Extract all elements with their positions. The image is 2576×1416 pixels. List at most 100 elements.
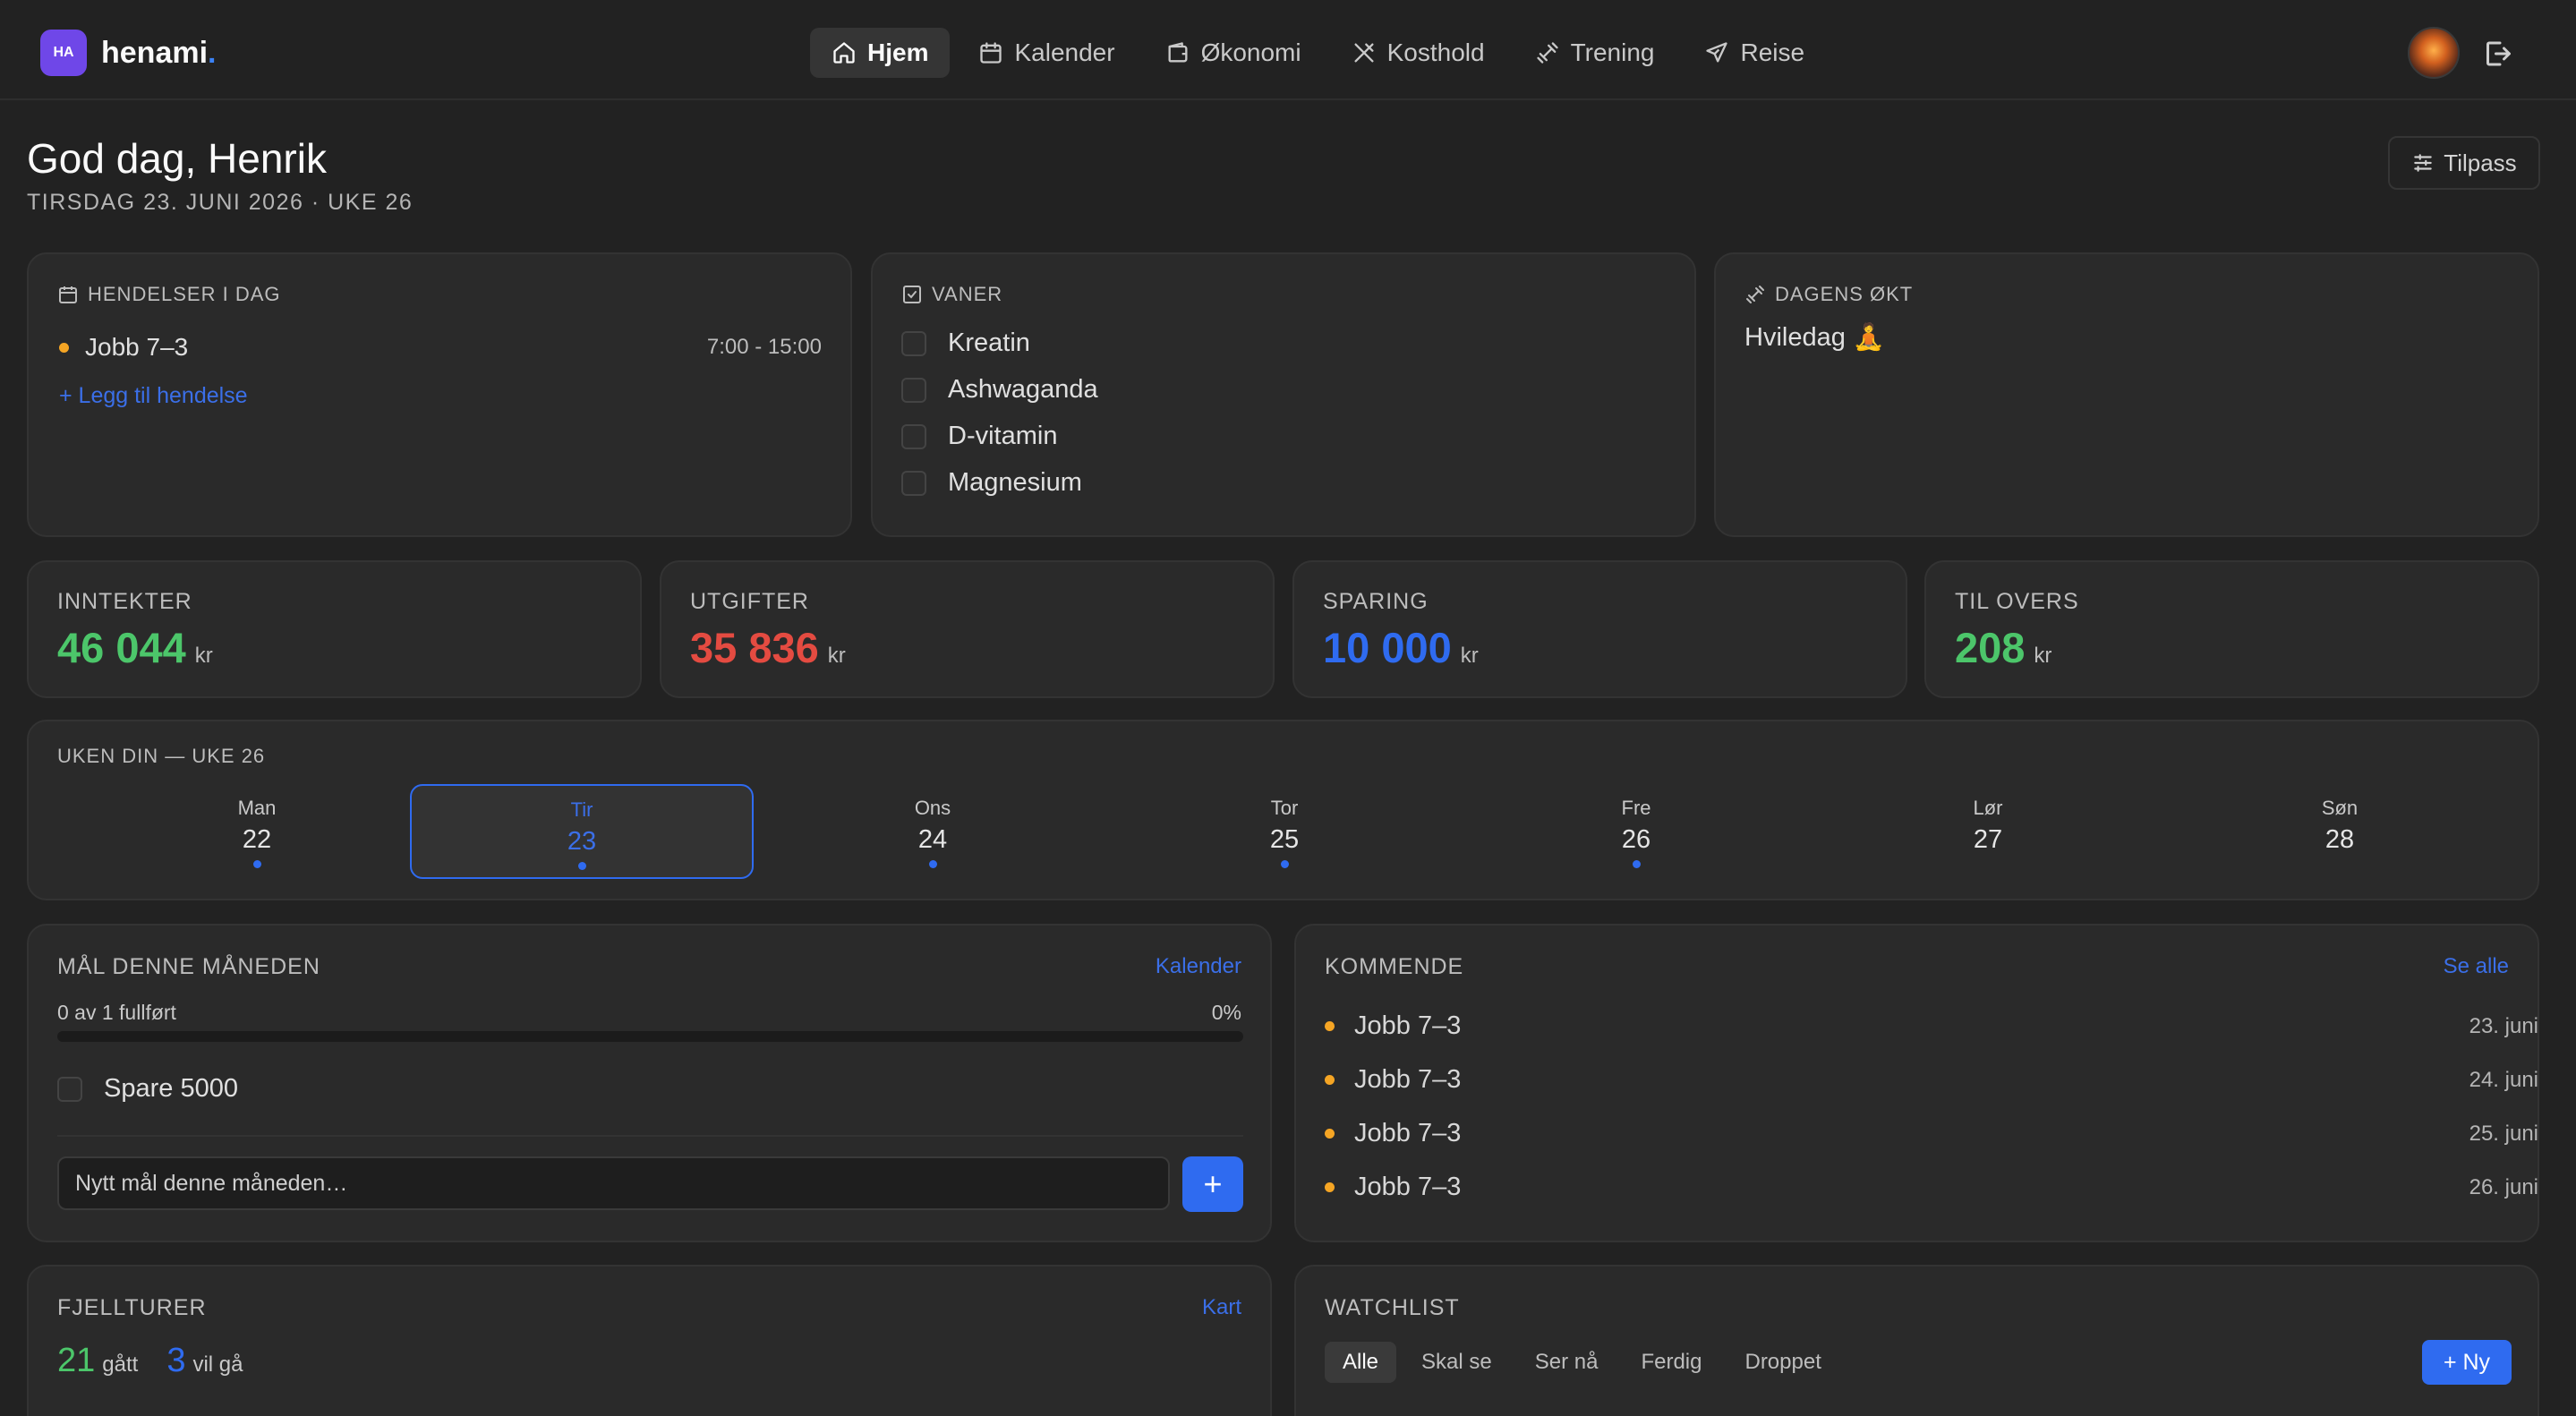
upcoming-item[interactable]: Jobb 7–3 26. juni (1325, 1173, 2538, 1202)
upcoming-date: 23. juni (2469, 1013, 2538, 1038)
day-name: Fre (1621, 797, 1651, 819)
nav-item-trening[interactable]: Trening (1514, 28, 1676, 78)
hikes-want-count: 3 (166, 1342, 186, 1379)
upcoming-date: 24. juni (2469, 1067, 2538, 1092)
habits-title-text: VANER (932, 283, 1003, 305)
finance-amount: 35 836 (690, 624, 819, 671)
workout-card: DAGENS ØKT Hviledag 🧘 (1714, 252, 2539, 537)
week-day[interactable]: Man 22 (85, 784, 429, 879)
habit-checkbox[interactable] (901, 423, 926, 449)
new-goal-input[interactable]: Nytt mål denne måneden… (57, 1156, 1170, 1210)
upcoming-name: Jobb 7–3 (1354, 1011, 1462, 1040)
event-dot (1325, 1021, 1335, 1031)
app-logo[interactable]: HA henami. (40, 30, 217, 76)
add-goal-button[interactable]: + (1182, 1156, 1243, 1212)
week-day[interactable]: Ons 24 (761, 784, 1105, 879)
week-day[interactable]: Lør 27 (1816, 784, 2160, 879)
avatar[interactable] (2408, 27, 2460, 79)
day-number: 27 (1973, 825, 2003, 854)
events-title-text: HENDELSER I DAG (88, 283, 281, 305)
nav-item-kosthold[interactable]: Kosthold (1330, 28, 1506, 78)
new-watchlist-button[interactable]: + Ny (2422, 1340, 2512, 1385)
nav-item-reise[interactable]: Reise (1683, 28, 1826, 78)
hikes-card: FJELLTURER Kart 21 gått 3 vil gå (27, 1265, 1272, 1416)
habit-checkbox[interactable] (901, 330, 926, 356)
week-day-selected[interactable]: Tir 23 (410, 784, 754, 879)
finance-card-leftover[interactable]: TIL OVERS 208 kr (1924, 560, 2539, 698)
divider (57, 1135, 1243, 1137)
event-indicator (1632, 860, 1641, 868)
finance-card-expenses[interactable]: UTGIFTER 35 836 kr (660, 560, 1275, 698)
goals-calendar-link[interactable]: Kalender (1156, 954, 1241, 979)
finance-value: 46 044 kr (57, 623, 213, 672)
week-day[interactable]: Søn 28 (2168, 784, 2512, 879)
upcoming-item[interactable]: Jobb 7–3 25. juni (1325, 1119, 2538, 1148)
upcoming-item[interactable]: Jobb 7–3 23. juni (1325, 1011, 2538, 1041)
add-event-link[interactable]: + Legg til hendelse (59, 383, 248, 409)
plane-icon (1706, 42, 1728, 63)
week-day[interactable]: Tor 25 (1113, 784, 1456, 879)
nav-item-hjem[interactable]: Hjem (810, 28, 951, 78)
calendar-icon (980, 42, 1002, 64)
nav-item-okonomi[interactable]: Økonomi (1144, 28, 1323, 78)
upcoming-item[interactable]: Jobb 7–3 24. juni (1325, 1065, 2538, 1095)
nav-item-kalender[interactable]: Kalender (957, 28, 1136, 78)
upcoming-date: 25. juni (2469, 1121, 2538, 1146)
watchlist-card: WATCHLIST Alle Skal se Ser nå Ferdig Dro… (1294, 1265, 2539, 1416)
page-title: God dag, Henrik (27, 135, 327, 182)
map-link[interactable]: Kart (1202, 1295, 1241, 1320)
tab-ser-na[interactable]: Ser nå (1517, 1342, 1616, 1383)
goals-progress-bar (57, 1031, 1243, 1042)
habit-checkbox[interactable] (901, 377, 926, 403)
nav-label: Hjem (867, 38, 929, 66)
checkbox-icon (903, 286, 921, 303)
top-bar: HA henami. Hjem Kalender Økonomi Kosthol… (0, 0, 2576, 100)
customize-label: Tilpass (2444, 149, 2517, 176)
logo-badge: HA (40, 30, 87, 76)
finance-unit: kr (194, 644, 213, 668)
upcoming-name: Jobb 7–3 (1354, 1119, 1462, 1147)
date-subtitle: TIRSDAG 23. JUNI 2026 · UKE 26 (27, 190, 414, 215)
home-icon (833, 42, 855, 64)
week-day[interactable]: Fre 26 (1464, 784, 1808, 879)
habit-item[interactable]: Ashwaganda (901, 375, 1098, 405)
logo-text: henami. (101, 36, 217, 71)
finance-card-income[interactable]: INNTEKTER 46 044 kr (27, 560, 642, 698)
tab-droppet[interactable]: Droppet (1727, 1342, 1838, 1383)
finance-amount: 10 000 (1323, 624, 1452, 671)
events-title: HENDELSER I DAG (57, 283, 281, 306)
goal-checkbox[interactable] (57, 1076, 82, 1102)
nav-label: Økonomi (1200, 38, 1301, 66)
habit-checkbox[interactable] (901, 470, 926, 496)
tab-skal-se[interactable]: Skal se (1403, 1342, 1510, 1383)
event-indicator (1280, 860, 1289, 868)
finance-unit: kr (2034, 644, 2052, 668)
finance-label: INNTEKTER (57, 589, 192, 614)
watchlist-tabs: Alle Skal se Ser nå Ferdig Droppet (1325, 1342, 1839, 1383)
see-all-link[interactable]: Se alle (2444, 954, 2509, 979)
goals-progress-percent: 0% (1211, 1001, 1241, 1024)
goal-item[interactable]: Spare 5000 (57, 1074, 238, 1104)
upcoming-title: KOMMENDE (1325, 954, 1464, 979)
tab-ferdig[interactable]: Ferdig (1623, 1342, 1719, 1383)
watchlist-title: WATCHLIST (1325, 1295, 1460, 1320)
event-item[interactable]: Jobb 7–3 7:00 - 15:00 (59, 333, 822, 362)
tab-alle[interactable]: Alle (1325, 1342, 1397, 1383)
day-number: 22 (242, 825, 272, 854)
habit-label: Ashwaganda (948, 375, 1098, 404)
event-indicator (928, 860, 937, 868)
habit-item[interactable]: Magnesium (901, 468, 1082, 498)
upcoming-name: Jobb 7–3 (1354, 1173, 1462, 1201)
customize-button[interactable]: Tilpass (2388, 136, 2540, 190)
logout-icon[interactable] (2481, 38, 2513, 70)
day-name: Søn (2321, 797, 2358, 819)
finance-card-savings[interactable]: SPARING 10 000 kr (1292, 560, 1907, 698)
day-number: 26 (1621, 825, 1651, 854)
habit-item[interactable]: Kreatin (901, 328, 1030, 358)
workout-text: Hviledag 🧘 (1744, 323, 1886, 352)
habit-item[interactable]: D-vitamin (901, 422, 1057, 451)
finance-unit: kr (1460, 644, 1479, 668)
day-number: 28 (2324, 825, 2355, 854)
logo-dot: . (208, 35, 217, 70)
week-card: UKEN DIN — UKE 26 Man 22 Tir 23 Ons 24 Tor 2… (27, 720, 2539, 900)
